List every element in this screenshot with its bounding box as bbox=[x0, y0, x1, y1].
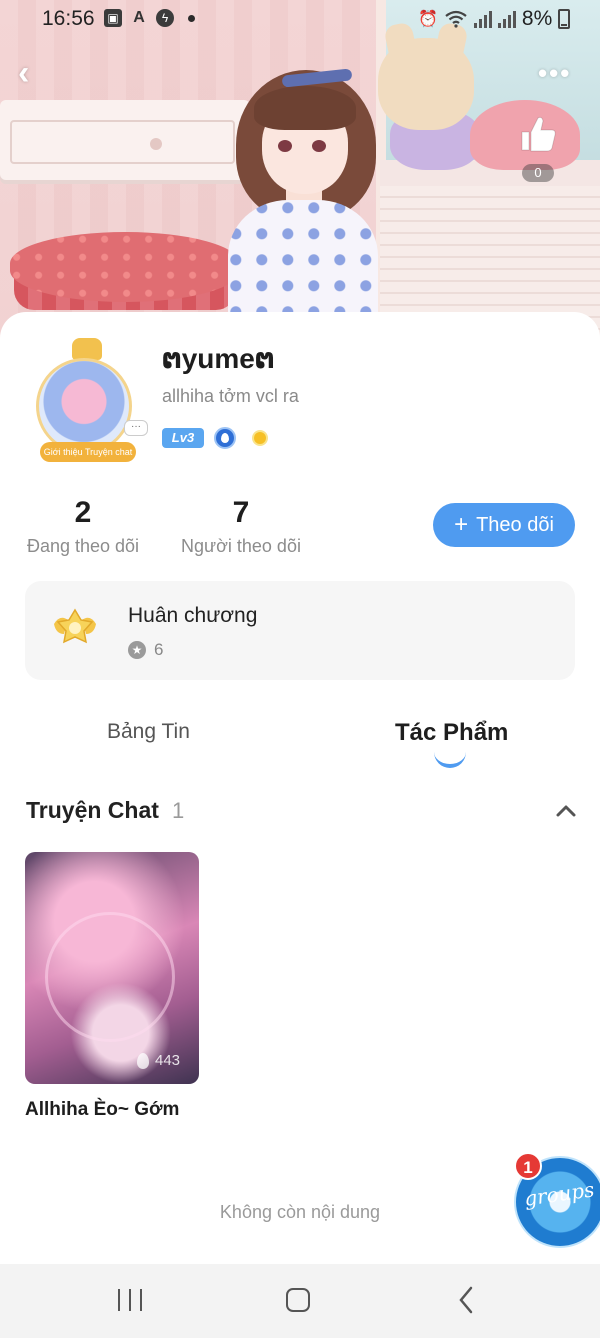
drop-badge-icon[interactable] bbox=[214, 427, 236, 449]
user-bio: allhiha tởm vcl ra bbox=[162, 386, 299, 406]
back-icon[interactable] bbox=[458, 1286, 474, 1314]
followers-label: Người theo dõi bbox=[181, 536, 301, 556]
notification-badge: 1 bbox=[514, 1152, 542, 1180]
level-badge[interactable]: Lv3 bbox=[162, 428, 204, 448]
followers-stat[interactable]: 7 Người theo dõi bbox=[176, 496, 306, 557]
recent-apps-icon[interactable] bbox=[118, 1289, 142, 1311]
a-app-icon: A bbox=[133, 9, 145, 26]
battery-icon bbox=[558, 9, 571, 29]
follow-button-label: Theo dõi bbox=[476, 513, 554, 536]
story-views: 443 bbox=[137, 1052, 180, 1069]
more-options-icon[interactable]: ••• bbox=[538, 58, 571, 89]
alarm-icon: ⏰ bbox=[418, 11, 438, 28]
section-count: 1 bbox=[172, 798, 185, 823]
status-bar: 16:56 ▣ A ϟ ⏰ 8% bbox=[0, 0, 600, 36]
banner-stool bbox=[10, 232, 240, 302]
crown-icon bbox=[72, 338, 102, 360]
banner-bear bbox=[378, 38, 474, 130]
signal-icon bbox=[473, 10, 492, 28]
thumbs-up-icon bbox=[521, 116, 556, 152]
floating-groups-button[interactable]: groups 1 bbox=[514, 1152, 600, 1250]
followers-count: 7 bbox=[232, 496, 250, 529]
tab-feed[interactable]: Bảng Tin bbox=[107, 720, 190, 744]
medal-icon bbox=[54, 608, 96, 644]
battery-percent: 8% bbox=[521, 7, 553, 30]
story-view-count: 443 bbox=[155, 1052, 181, 1069]
coin-badge-icon[interactable] bbox=[252, 430, 268, 446]
chevron-up-icon[interactable] bbox=[555, 800, 577, 822]
story-cover-art bbox=[45, 912, 175, 1042]
medal-count-row: ★ 6 bbox=[128, 640, 163, 660]
status-app-icons: ▣ A ϟ bbox=[104, 9, 174, 27]
plus-icon: + bbox=[454, 511, 469, 538]
banner-vanity bbox=[0, 100, 250, 180]
badge-row: Lv3 bbox=[162, 427, 268, 449]
end-of-content-text: Không còn nội dung bbox=[219, 1202, 381, 1222]
story-title[interactable]: Allhiha Èo~ Gớm bbox=[25, 1099, 179, 1121]
following-count: 2 bbox=[74, 496, 92, 529]
follow-button[interactable]: + Theo dõi bbox=[433, 503, 575, 547]
avatar-ribbon: Giới thiệu Truyện chat bbox=[40, 442, 136, 462]
back-arrow-icon[interactable]: ‹ bbox=[18, 54, 29, 93]
gallery-icon: ▣ bbox=[104, 9, 122, 27]
medal-count: 6 bbox=[154, 640, 164, 659]
banner-character-eye bbox=[312, 140, 326, 152]
star-icon: ★ bbox=[128, 641, 146, 659]
tab-works[interactable]: Tác Phẩm bbox=[395, 719, 508, 747]
following-stat[interactable]: 2 Đang theo dõi bbox=[22, 496, 144, 557]
flame-icon bbox=[137, 1052, 149, 1069]
medal-panel[interactable] bbox=[25, 581, 575, 680]
messenger-icon: ϟ bbox=[156, 9, 174, 27]
status-dot bbox=[188, 15, 195, 22]
profile-banner bbox=[0, 0, 600, 340]
home-icon[interactable] bbox=[286, 1288, 310, 1312]
like-button[interactable]: 0 bbox=[516, 112, 560, 182]
story-cover[interactable] bbox=[25, 852, 199, 1084]
following-label: Đang theo dõi bbox=[26, 536, 140, 556]
banner-character-eye bbox=[278, 140, 292, 152]
section-title: Truyện Chat bbox=[26, 797, 159, 823]
status-right: ⏰ 8% bbox=[418, 7, 571, 31]
avatar[interactable]: ··· Giới thiệu Truyện chat bbox=[26, 336, 148, 466]
status-time: 16:56 bbox=[42, 7, 95, 30]
avatar-image bbox=[36, 358, 132, 454]
username: ຕyumeຕ bbox=[162, 343, 275, 374]
banner-character-bangs bbox=[254, 86, 356, 130]
like-count: 0 bbox=[522, 164, 554, 182]
groups-text: groups bbox=[522, 1177, 596, 1211]
chat-bubble-icon: ··· bbox=[124, 420, 148, 436]
signal-icon bbox=[497, 10, 516, 28]
wifi-icon bbox=[445, 10, 467, 28]
medal-title: Huân chương bbox=[128, 604, 258, 627]
